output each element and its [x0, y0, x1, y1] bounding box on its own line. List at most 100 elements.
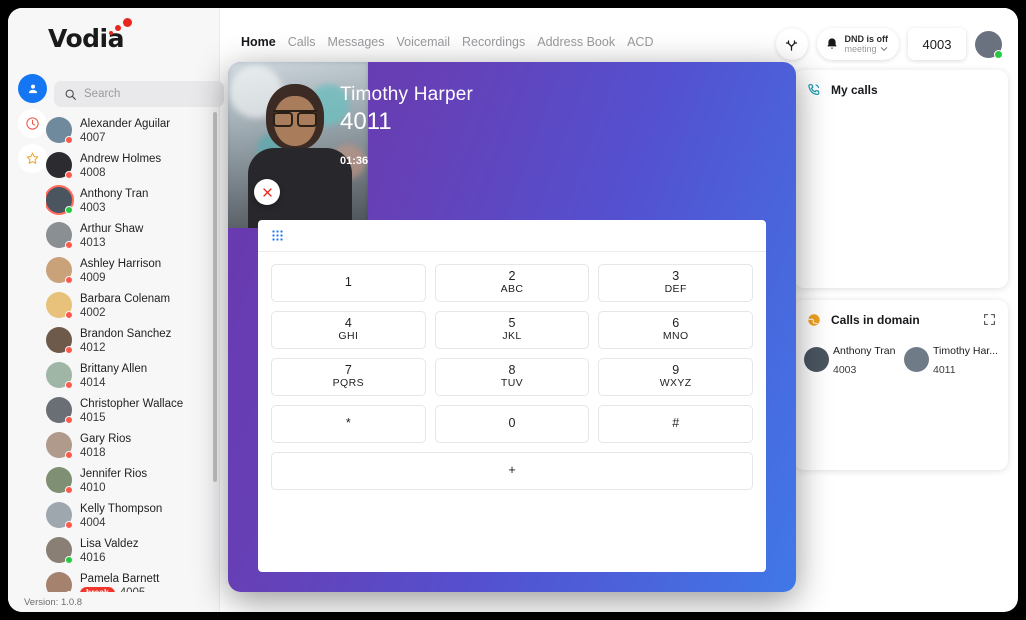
nav-link-address-book[interactable]: Address Book [537, 35, 615, 49]
contact-list-item[interactable]: Jennifer Rios 4010 [46, 462, 226, 497]
my-calls-panel: My calls [794, 70, 1008, 288]
app-logo[interactable]: Vodia [48, 18, 132, 53]
key-digit: 4 [344, 316, 352, 331]
key-digit: 1 [344, 275, 352, 290]
contact-list-item[interactable]: Gary Rios 4018 [46, 427, 226, 462]
contact-name: Andrew Holmes [80, 152, 162, 165]
dialpad-key-5[interactable]: 5 JKL [434, 311, 590, 349]
key-letters: MNO [662, 330, 689, 343]
contact-list-scrollbar[interactable] [213, 112, 217, 482]
chevron-down-icon [880, 47, 887, 52]
dialpad-panel: 1 2 ABC 3 DEF 4 GHI 5 JKL 6 MNO 7 PQRS 8 TUV 9 WXYZ * 0 # + [258, 220, 766, 572]
top-navigation: Home Calls Messages Voicemail Recordings Addr… [220, 8, 1018, 70]
presence-dot [65, 520, 73, 529]
contact-name: Jennifer Rios [80, 467, 148, 480]
user-avatar[interactable] [975, 30, 1003, 59]
sidebar-item-recent[interactable] [18, 109, 47, 138]
expand-icon [984, 314, 995, 325]
dialpad-key-2[interactable]: 2 ABC [434, 264, 590, 302]
key-letters: GHI [338, 330, 359, 343]
contact-list-item[interactable]: Barbara Colenam 4002 [46, 287, 226, 322]
expand-button[interactable] [983, 313, 996, 331]
dialpad-icon[interactable] [270, 228, 285, 243]
key-digit: 7 [344, 363, 352, 378]
contact-extension: 4013 [80, 237, 106, 250]
nav-link-voicemail[interactable]: Voicemail [397, 35, 451, 49]
dialpad-key-3[interactable]: 3 DEF [598, 264, 753, 302]
dialpad-key-0[interactable]: 0 [434, 405, 590, 443]
key-digit: 3 [672, 269, 680, 284]
presence-dot [65, 555, 73, 564]
key-digit: + [508, 463, 516, 478]
contact-extension: break4005 [80, 587, 159, 592]
presence-dot [65, 135, 73, 144]
dialpad-key-9[interactable]: 9 WXYZ [598, 358, 753, 396]
dialpad-key-7[interactable]: 7 PQRS [271, 358, 426, 396]
contact-name: Lisa Valdez [80, 537, 139, 550]
contact-extension: 4012 [80, 342, 106, 355]
dialpad-key-hash[interactable]: # [598, 405, 753, 443]
search-box[interactable] [54, 81, 224, 107]
contact-extension: 4007 [80, 132, 106, 145]
contact-list-item[interactable]: Arthur Shaw 4013 [46, 217, 226, 252]
search-icon [65, 89, 76, 100]
nav-link-home[interactable]: Home [241, 35, 276, 49]
contact-list-item[interactable]: Anthony Tran 4003 [46, 182, 226, 217]
contact-list-item[interactable]: Brittany Allen 4014 [46, 357, 226, 392]
contact-list-item[interactable]: Christopher Wallace 4015 [46, 392, 226, 427]
dialpad-key-star[interactable]: * [271, 405, 426, 443]
sidebar-item-favorites[interactable] [18, 144, 47, 173]
contact-name: Brandon Sanchez [80, 327, 172, 340]
nav-link-messages[interactable]: Messages [328, 35, 385, 49]
nav-link-acd[interactable]: ACD [627, 35, 653, 49]
contact-extension: 4014 [80, 377, 106, 390]
key-letters: ABC [500, 283, 524, 296]
contact-list-item[interactable]: Alexander Aguilar 4007 [46, 112, 226, 147]
avatar-image [46, 571, 72, 592]
caller-extension: 4011 [340, 108, 392, 135]
key-digit: * [345, 416, 351, 431]
contact-list-item[interactable]: Ashley Harrison 4009 [46, 252, 226, 287]
presence-dot [65, 485, 73, 494]
sidebar-icon-rail [18, 74, 48, 179]
dialpad-key-plus[interactable]: + [271, 452, 753, 490]
contact-name: Brittany Allen [80, 362, 148, 375]
contact-list[interactable]: Alexander Aguilar 4007 Andrew Holmes 4008 An… [46, 112, 226, 592]
contact-list-item[interactable]: Lisa Valdez 4016 [46, 532, 226, 567]
dnd-profile-label: meeting [844, 44, 877, 54]
avatar-image [804, 346, 829, 372]
call-forward-button[interactable] [775, 28, 808, 60]
dialpad-keys: 1 2 ABC 3 DEF 4 GHI 5 JKL 6 MNO 7 PQRS 8 TUV 9 WXYZ * 0 # + [258, 252, 766, 490]
key-letters: DEF [664, 283, 687, 296]
dialpad-key-1[interactable]: 1 [271, 264, 426, 302]
contacts-icon [28, 84, 37, 93]
sidebar-item-contacts[interactable] [18, 74, 47, 103]
dialpad-key-8[interactable]: 8 TUV [434, 358, 590, 396]
sidebar: Vodia Search Alexander Aguilar 4007 Andr… [8, 8, 224, 612]
my-extension-field[interactable]: 4003 [908, 28, 966, 60]
my-calls-title: My calls [831, 83, 878, 97]
presence-dot [65, 450, 73, 459]
domain-call-item[interactable]: Timothy Har... 4011 [904, 340, 998, 378]
dialpad-key-4[interactable]: 4 GHI [271, 311, 426, 349]
domain-call-item[interactable]: Anthony Tran 4003 [804, 340, 898, 378]
domain-call-name: Anthony Tran [833, 345, 896, 357]
hangup-button[interactable] [254, 179, 280, 205]
contact-name: Arthur Shaw [80, 222, 144, 235]
contact-list-item[interactable]: Brandon Sanchez 4012 [46, 322, 226, 357]
call-forward-icon [785, 39, 798, 51]
avatar [46, 256, 73, 284]
nav-link-recordings[interactable]: Recordings [462, 35, 525, 49]
contact-list-item[interactable]: Pamela Barnett break4005 [46, 567, 226, 592]
contact-list-item[interactable]: Andrew Holmes 4008 [46, 147, 226, 182]
contact-list-item[interactable]: Kelly Thompson 4004 [46, 497, 226, 532]
key-letters: PQRS [332, 377, 364, 390]
dnd-status-control[interactable]: DND is off meeting [816, 28, 899, 60]
nav-link-calls[interactable]: Calls [288, 35, 316, 49]
key-letters: WXYZ [659, 377, 692, 390]
avatar [46, 186, 73, 214]
search-input[interactable] [84, 88, 214, 100]
dialpad-key-6[interactable]: 6 MNO [598, 311, 753, 349]
avatar [46, 501, 73, 529]
contact-name: Alexander Aguilar [80, 117, 171, 130]
